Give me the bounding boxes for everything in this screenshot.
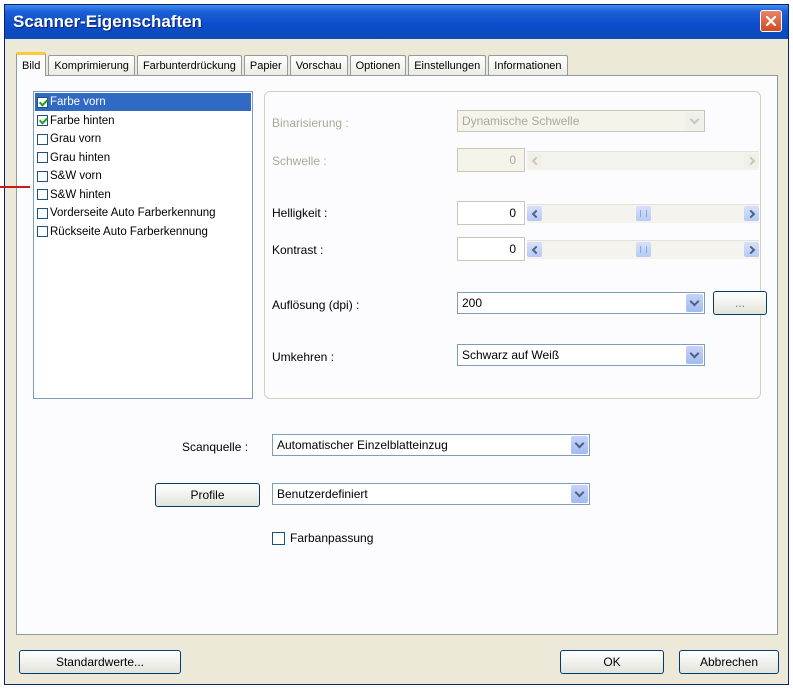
threshold-increase-button[interactable] — [744, 153, 759, 168]
profile-dropdown-button[interactable] — [571, 485, 588, 503]
list-item-label: Rückseite Auto Farberkennung — [50, 225, 208, 238]
arrow-right-icon — [746, 156, 755, 165]
list-item-checkbox[interactable] — [37, 226, 48, 237]
threshold-value: 0 — [457, 148, 525, 172]
list-item[interactable]: Grau vorn — [35, 130, 251, 148]
image-type-list[interactable]: Farbe vorn Farbe hinten Grau vorn Grau hint… — [33, 91, 253, 399]
tab-informationen[interactable]: Informationen — [488, 55, 568, 75]
invert-select[interactable]: Schwarz auf Weiß — [457, 344, 705, 366]
color-match-checkbox-row[interactable]: Farbanpassung — [272, 531, 373, 545]
list-item[interactable]: Farbe vorn — [35, 93, 251, 111]
invert-label: Umkehren : — [272, 350, 335, 364]
list-item[interactable]: Rückseite Auto Farberkennung — [35, 223, 251, 241]
contrast-label: Kontrast : — [272, 243, 324, 257]
chevron-down-icon — [689, 114, 700, 125]
list-item-label: Grau hinten — [50, 151, 111, 164]
chevron-down-icon — [689, 348, 700, 359]
list-item-checkbox[interactable] — [37, 189, 48, 200]
list-item[interactable]: Vorderseite Auto Farberkennung — [35, 204, 251, 222]
list-item-checkbox[interactable] — [37, 170, 48, 182]
profile-button[interactable]: Profile — [155, 483, 260, 507]
arrow-right-icon — [746, 245, 755, 254]
list-item-label: Farbe hinten — [50, 114, 115, 127]
brightness-value: 0 — [457, 201, 525, 225]
annotation-line — [0, 186, 30, 188]
invert-value: Schwarz auf Weiß — [462, 348, 560, 362]
scan-source-dropdown-button[interactable] — [571, 436, 588, 454]
scan-source-select[interactable]: Automatischer Einzelblatteinzug — [272, 434, 590, 456]
grip-icon — [639, 210, 647, 217]
cancel-button[interactable]: Abbrechen — [679, 650, 779, 674]
list-item-checkbox[interactable] — [37, 133, 48, 145]
contrast-value: 0 — [457, 237, 525, 261]
tab-optionen[interactable]: Optionen — [349, 55, 407, 75]
arrow-left-icon — [531, 245, 540, 254]
arrow-left-icon — [531, 156, 540, 165]
binarization-dropdown-button[interactable] — [686, 112, 703, 130]
defaults-button[interactable]: Standardwerte... — [19, 650, 181, 674]
tab-papier[interactable]: Papier — [243, 55, 288, 75]
brightness-slider-thumb[interactable] — [635, 206, 651, 221]
list-item-label: S&W hinten — [50, 188, 111, 201]
list-item-label: Grau vorn — [50, 133, 102, 145]
profile-select[interactable]: Benutzerdefiniert — [272, 483, 590, 505]
resolution-label: Auflösung (dpi) : — [272, 298, 360, 312]
window-title: Scanner-Eigenschaften — [13, 12, 202, 31]
list-item-checkbox[interactable] — [37, 207, 48, 219]
brightness-increase-button[interactable] — [744, 206, 759, 221]
scan-source-value: Automatischer Einzelblatteinzug — [277, 438, 448, 452]
binarization-value: Dynamische Schwelle — [462, 114, 580, 128]
brightness-slider[interactable] — [527, 204, 759, 223]
arrow-right-icon — [746, 209, 755, 218]
close-button[interactable] — [760, 10, 782, 32]
brightness-label: Helligkeit : — [272, 206, 328, 220]
tab-panel-bild: Farbe vorn Farbe hinten Grau vorn Grau hint… — [16, 75, 778, 635]
contrast-increase-button[interactable] — [744, 242, 759, 257]
title-bar[interactable]: Scanner-Eigenschaften — [5, 5, 788, 39]
color-match-label: Farbanpassung — [290, 531, 374, 545]
close-icon — [765, 15, 777, 27]
image-settings-group: Binarisierung : Dynamische Schwelle Schw… — [264, 91, 767, 399]
scanner-properties-dialog: Scanner-Eigenschaften Bild Komprimierung F… — [4, 4, 789, 685]
invert-dropdown-button[interactable] — [686, 346, 703, 364]
tab-komprimierung[interactable]: Komprimierung — [48, 55, 135, 75]
color-match-checkbox[interactable] — [272, 531, 285, 545]
arrow-left-icon — [531, 209, 540, 218]
list-item-checkbox[interactable] — [37, 152, 48, 163]
list-item-label: S&W vorn — [50, 170, 102, 182]
resolution-more-button[interactable]: ... — [713, 291, 767, 315]
threshold-label: Schwelle : — [272, 154, 327, 168]
list-item-label: Farbe vorn — [50, 96, 106, 108]
contrast-slider[interactable] — [527, 240, 759, 259]
list-item-checkbox[interactable] — [37, 115, 48, 126]
tab-strip: Bild Komprimierung Farbunterdrückung Papier… — [16, 51, 570, 76]
list-item[interactable]: S&W vorn — [35, 167, 251, 185]
binarization-label: Binarisierung : — [272, 116, 349, 130]
profile-value: Benutzerdefiniert — [277, 487, 368, 501]
resolution-select[interactable]: 200 — [457, 292, 705, 314]
scan-source-label: Scanquelle : — [182, 440, 249, 454]
tab-bild[interactable]: Bild — [16, 52, 47, 76]
threshold-slider[interactable] — [527, 151, 759, 170]
tab-farbunterdrückung[interactable]: Farbunterdrückung — [136, 55, 242, 75]
list-item[interactable]: S&W hinten — [35, 186, 251, 204]
contrast-slider-thumb[interactable] — [635, 242, 651, 257]
chevron-down-icon — [689, 296, 700, 307]
brightness-decrease-button[interactable] — [527, 206, 542, 221]
contrast-decrease-button[interactable] — [527, 242, 542, 257]
chevron-down-icon — [574, 487, 585, 498]
list-item[interactable]: Farbe hinten — [35, 112, 251, 130]
list-item[interactable]: Grau hinten — [35, 149, 251, 167]
ok-button[interactable]: OK — [560, 650, 664, 674]
list-item-checkbox[interactable] — [37, 96, 48, 108]
chevron-down-icon — [574, 438, 585, 449]
grip-icon — [639, 246, 647, 253]
list-item-label: Vorderseite Auto Farberkennung — [50, 207, 216, 219]
tab-einstellungen[interactable]: Einstellungen — [408, 55, 487, 75]
resolution-dropdown-button[interactable] — [686, 294, 703, 312]
threshold-decrease-button[interactable] — [527, 153, 542, 168]
resolution-value: 200 — [462, 296, 483, 310]
binarization-select[interactable]: Dynamische Schwelle — [457, 110, 705, 132]
tab-vorschau[interactable]: Vorschau — [289, 55, 348, 75]
